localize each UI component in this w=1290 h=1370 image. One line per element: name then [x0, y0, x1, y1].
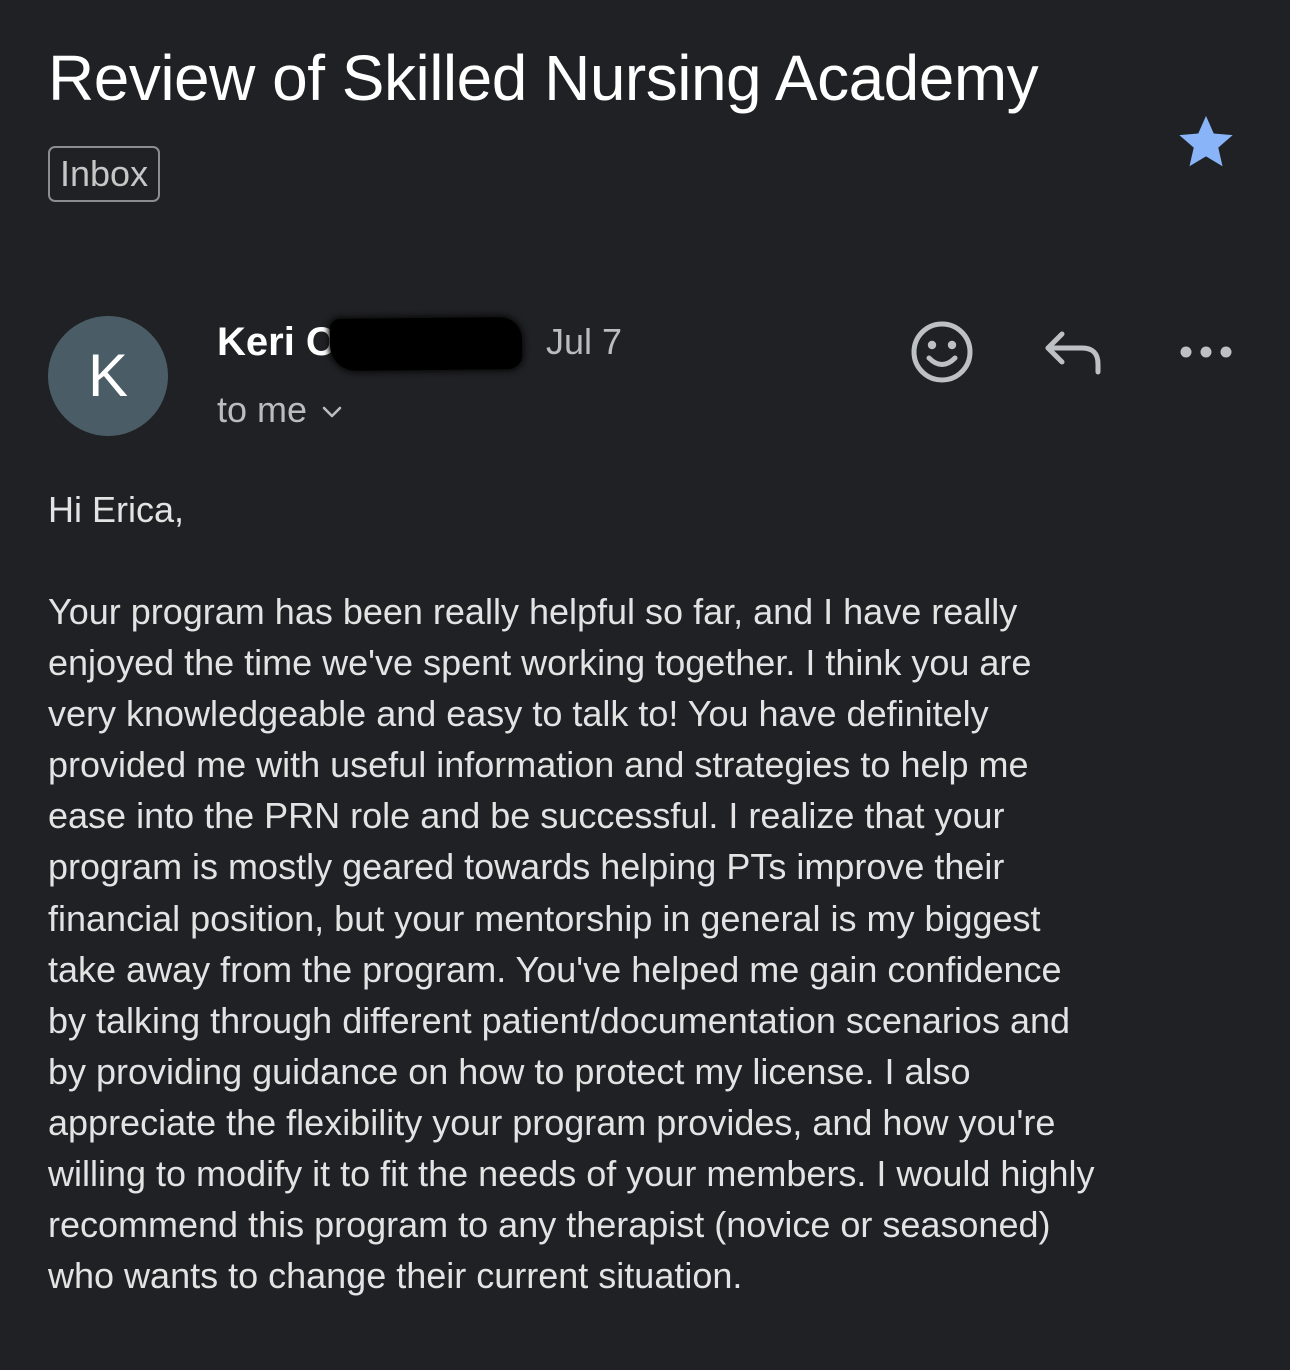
sender-avatar[interactable]: K — [48, 316, 168, 436]
chevron-down-icon — [322, 406, 342, 418]
email-body-line: by talking through different patient/doc… — [48, 999, 1071, 1041]
email-body-line: by providing guidance on how to protect … — [48, 1050, 971, 1092]
star-icon[interactable] — [1174, 110, 1238, 174]
recipient-label: to me — [217, 389, 308, 430]
email-body-line: recommend this program to any therapist … — [48, 1204, 1051, 1246]
emoji-reaction-icon[interactable] — [908, 318, 976, 386]
sender-name[interactable]: Keri O — [217, 318, 337, 366]
email-date: Jul 7 — [546, 321, 623, 362]
email-body-line: financial position, but your mentorship … — [48, 897, 1041, 939]
email-body-line: program is mostly geared towards helping… — [48, 846, 1005, 888]
email-body-line: ease into the PRN role and be successful… — [48, 795, 1005, 837]
email-body-line: take away from the program. You've helpe… — [48, 948, 1062, 990]
email-body-line: appreciate the flexibility your program … — [48, 1101, 1056, 1143]
recipient-details-toggle[interactable]: to me — [217, 388, 343, 432]
inbox-label-chip[interactable]: Inbox — [48, 146, 161, 202]
email-subject: Review of Skilled Nursing Academy — [48, 42, 1039, 114]
email-body-line: willing to modify it to fit the needs of… — [48, 1153, 1095, 1195]
reply-icon[interactable] — [1042, 328, 1106, 378]
email-body-line: provided me with useful information and … — [48, 744, 1029, 786]
more-options-icon[interactable] — [1176, 338, 1236, 366]
email-body-line: enjoyed the time we've spent working tog… — [48, 642, 1032, 684]
email-body-line: Your program has been really helpful so … — [48, 591, 1018, 632]
email-body-line: who wants to change their current situat… — [48, 1255, 743, 1297]
redaction-mark — [329, 316, 523, 372]
email-body: Your program has been really helpful so … — [48, 586, 1278, 1301]
email-body-line: very knowledgeable and easy to talk to! … — [48, 693, 989, 735]
email-greeting: Hi Erica, — [48, 489, 185, 530]
